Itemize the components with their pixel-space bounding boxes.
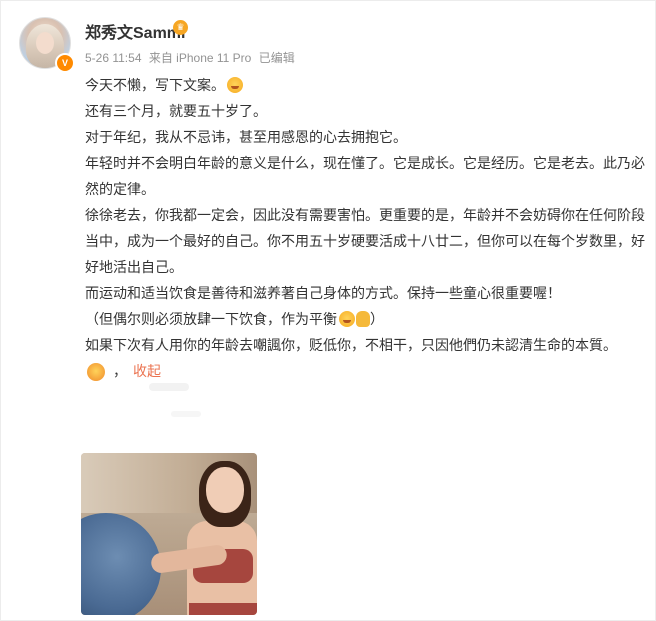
post-content: 今天不懒，写下文案。 还有三个月，就要五十岁了。 对于年纪，我从不忌讳，甚至用感… bbox=[85, 73, 645, 385]
post-line: 而运动和适当饮食是善待和滋养著自己身体的方式。保持一些童心很重要喔！ bbox=[85, 286, 561, 302]
photo-pants bbox=[189, 603, 257, 615]
photo-exercise-ball bbox=[81, 513, 161, 615]
separator: ， bbox=[113, 364, 127, 380]
post-line: 对于年纪，我从不忌讳，甚至用感恩的心去拥抱它。 bbox=[85, 130, 407, 146]
ok-hand-icon bbox=[356, 311, 370, 327]
photo-head bbox=[206, 467, 244, 513]
post-datetime[interactable]: 5-26 11:54 bbox=[85, 51, 142, 65]
grinning-face-icon bbox=[227, 77, 243, 93]
post-line: 徐徐老去，你我都一定会，因此没有需要害怕。更重要的是，年龄并不会妨碍你在任何阶段… bbox=[85, 208, 645, 276]
collapse-row: ， 收起 bbox=[85, 359, 645, 385]
crown-icon[interactable]: ♛ bbox=[173, 20, 188, 35]
weibo-post-card: V 郑秀文Sammi ♛ 5-26 11:54 来自 iPhone 11 Pro… bbox=[0, 0, 656, 621]
post-line: 如果下次有人用你的年龄去嘲諷你，贬低你，不相干，只因他們仍未認清生命的本質。 bbox=[85, 338, 617, 354]
smiling-face-icon bbox=[339, 311, 355, 327]
hugging-face-icon bbox=[87, 363, 105, 381]
faded-placeholder bbox=[149, 383, 189, 391]
collapse-link[interactable]: 收起 bbox=[133, 359, 161, 385]
verified-badge-icon: V bbox=[55, 53, 75, 73]
post-line: 还有三个月，就要五十岁了。 bbox=[85, 104, 267, 120]
post-photo[interactable] bbox=[81, 453, 257, 615]
post-meta: 5-26 11:54 来自 iPhone 11 Pro 已编辑 bbox=[85, 49, 299, 66]
post-edited-label[interactable]: 已编辑 bbox=[259, 51, 295, 65]
post-line: 今天不懒，写下文案。 bbox=[85, 73, 645, 99]
post-source: 来自 iPhone 11 Pro bbox=[148, 51, 252, 65]
post-line: （但偶尔则必须放肆一下饮食，作为平衡） bbox=[85, 311, 384, 328]
post-line: 年轻时并不会明白年龄的意义是什么，现在懂了。它是成长。它是经历。它是老去。此乃必… bbox=[85, 156, 645, 198]
avatar-face bbox=[36, 32, 54, 54]
faded-placeholder bbox=[171, 411, 201, 417]
username[interactable]: 郑秀文Sammi bbox=[85, 19, 185, 43]
